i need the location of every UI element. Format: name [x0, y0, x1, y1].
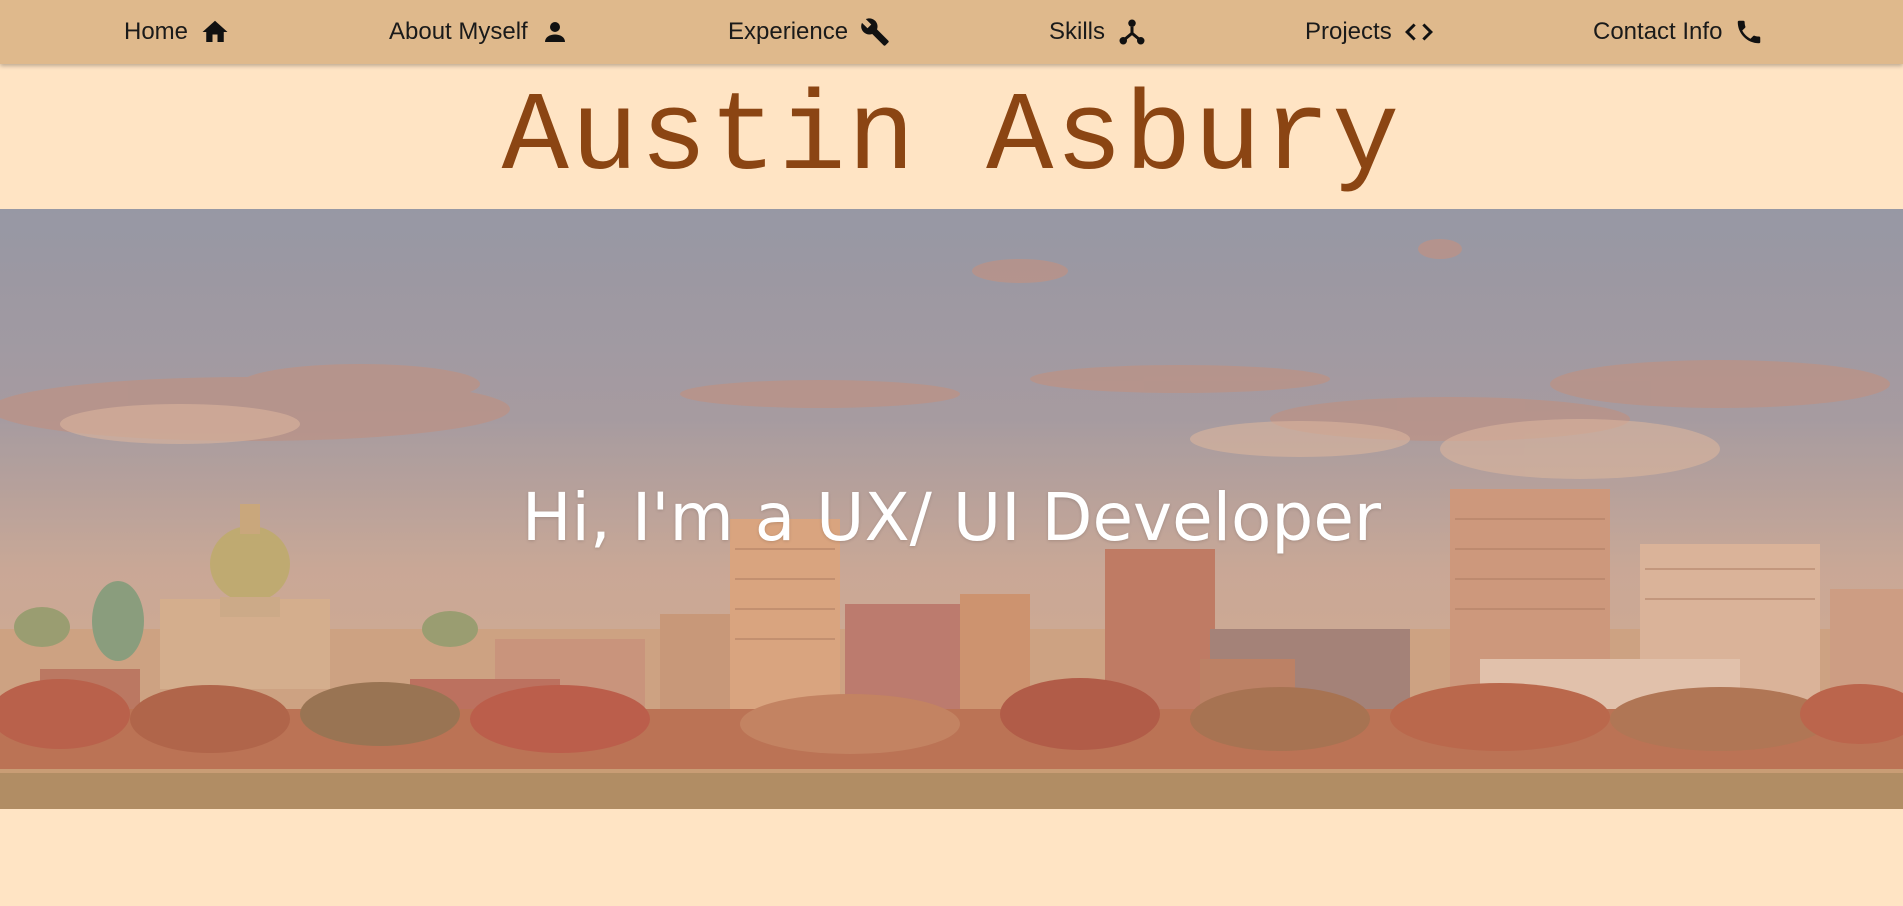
nav-item-home[interactable]: Home — [124, 0, 230, 64]
nav-item-skills[interactable]: Skills — [1049, 0, 1147, 64]
nav-item-label: Home — [124, 18, 189, 45]
nav-item-label: Projects — [1305, 18, 1392, 45]
home-icon — [202, 20, 228, 42]
person-icon — [544, 22, 565, 42]
nav-item-label: Skills — [1049, 18, 1106, 45]
nav-item-projects[interactable]: Projects — [1305, 0, 1434, 64]
site-owner-name: Austin Asbury — [501, 74, 1402, 202]
nav-item-contact[interactable]: Contact Info — [1593, 0, 1764, 64]
wrench-icon — [861, 18, 889, 46]
top-navbar: Home About Myself Experience Skills Proj… — [0, 0, 1903, 64]
nav-item-label: Experience — [728, 18, 849, 45]
hero-section: Hi, I'm a UX/ UI Developer — [0, 209, 1903, 809]
nav-item-experience[interactable]: Experience — [728, 0, 890, 64]
nav-item-about[interactable]: About Myself — [389, 0, 570, 64]
bottom-spacer — [0, 809, 1903, 906]
nav-item-label: About Myself — [389, 18, 528, 45]
phone-icon — [1738, 20, 1761, 44]
code-icon — [1404, 23, 1433, 41]
nodes-icon — [1119, 19, 1145, 45]
hero-headline: Hi, I'm a UX/ UI Developer — [521, 479, 1382, 556]
name-banner: Austin Asbury — [0, 64, 1903, 209]
nav-item-label: Contact Info — [1593, 18, 1723, 45]
